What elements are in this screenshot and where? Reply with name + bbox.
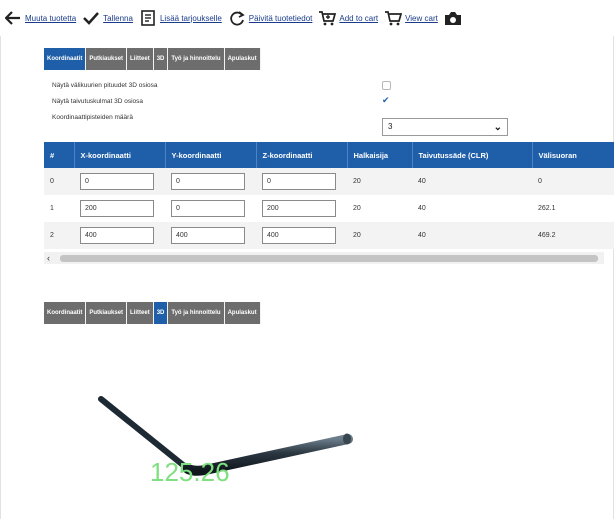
- z-input[interactable]: 400: [262, 227, 336, 244]
- point-count-select[interactable]: 3 ⌄: [382, 118, 508, 136]
- bend-radius-value: 40: [412, 195, 532, 222]
- show-bend-angles-checkbox[interactable]: ✔: [382, 96, 390, 105]
- x-input[interactable]: 400: [80, 227, 154, 244]
- row-index: 2: [44, 222, 74, 249]
- bend-radius-value: 40: [412, 222, 532, 249]
- add-to-cart-label: Add to cart: [339, 13, 379, 23]
- col-header-index: #: [44, 142, 75, 168]
- show-curve-lengths-label: Näytä välikuurien pituudet 3D osiosa: [52, 82, 158, 89]
- tab-work-and-pricing[interactable]: Työ ja hinnoittelu: [168, 48, 225, 70]
- diameter-value: 20: [347, 222, 412, 249]
- 3d-viewer-canvas[interactable]: 125.26: [0, 294, 612, 487]
- x-input[interactable]: 0: [80, 173, 154, 190]
- view-cart-button[interactable]: View cart: [384, 9, 438, 27]
- add-to-cart-button[interactable]: Add to cart: [318, 9, 378, 27]
- chevron-down-icon: ⌄: [493, 122, 502, 133]
- straight-value: 469.2: [532, 222, 614, 249]
- coordinates-table: # X-koordinaatti Y-koordinaatti Z-koordi…: [44, 142, 614, 249]
- save-button[interactable]: Tallenna: [82, 9, 133, 27]
- table-row: 1 200 0 200 20 40 262.1: [44, 195, 614, 222]
- pipe-end-cap: [343, 433, 351, 445]
- top-tab-bar: Koordinaatit Putkiaukset Liitteet 3D Työ…: [44, 48, 261, 70]
- add-to-cart-icon: [318, 9, 337, 27]
- change-product-label: Muuta tuotetta: [25, 13, 77, 23]
- add-to-quote-label: Lisää tarjoukselle: [159, 13, 222, 23]
- col-header-y: Y-koordinaatti: [165, 142, 257, 168]
- y-input[interactable]: 0: [171, 173, 245, 190]
- table-horizontal-scrollbar[interactable]: ‹: [44, 252, 604, 264]
- straight-value: 0: [532, 168, 614, 195]
- col-header-bend-radius: Taivutussäde (CLR): [412, 142, 533, 168]
- show-bend-angles-label: Näytä taivutuskulmat 3D osiosa: [52, 98, 144, 105]
- row-index: 1: [44, 195, 74, 222]
- refresh-product-label: Päivitä tuotetiedot: [248, 13, 313, 23]
- refresh-product-button[interactable]: Päivitä tuotetiedot: [228, 9, 313, 27]
- view-cart-label: View cart: [405, 13, 438, 23]
- point-count-label: Koordinaattipisteiden määrä: [52, 114, 133, 121]
- screenshot-button[interactable]: [444, 9, 465, 27]
- 3d-viewer[interactable]: 125.26: [0, 294, 612, 487]
- add-to-quote-button[interactable]: Lisää tarjoukselle: [139, 9, 222, 27]
- col-header-straight: Välisuoran: [532, 142, 614, 168]
- show-curve-lengths-checkbox[interactable]: [382, 81, 391, 90]
- tab-pipe-openings[interactable]: Putkiaukset: [86, 48, 128, 70]
- document-icon: [139, 9, 157, 27]
- camera-icon: [444, 9, 462, 27]
- point-count-value: 3: [388, 122, 393, 131]
- z-input[interactable]: 200: [262, 200, 336, 217]
- scroll-left-arrow-icon[interactable]: ‹: [47, 252, 50, 264]
- y-input[interactable]: 0: [171, 200, 245, 217]
- cart-icon: [384, 9, 403, 27]
- tab-attachments[interactable]: Liitteet: [127, 48, 154, 70]
- bend-radius-value: 40: [412, 168, 532, 195]
- back-arrow-icon: [4, 9, 22, 27]
- x-input[interactable]: 200: [80, 200, 154, 217]
- scrollbar-thumb[interactable]: [60, 255, 598, 262]
- table-row: 2 400 400 400 20 40 469.2: [44, 222, 614, 249]
- toolbar: Muuta tuotetta Tallenna Lisää tarjouksel…: [0, 0, 614, 36]
- bend-angle-label: 125.26: [150, 457, 230, 483]
- diameter-value: 20: [347, 195, 412, 222]
- col-header-x: X-koordinaatti: [74, 142, 166, 168]
- tab-3d[interactable]: 3D: [153, 48, 169, 70]
- diameter-value: 20: [347, 168, 412, 195]
- straight-value: 262.1: [532, 195, 614, 222]
- col-header-z: Z-koordinaatti: [256, 142, 348, 168]
- z-input[interactable]: 0: [262, 173, 336, 190]
- refresh-icon: [228, 9, 246, 27]
- checkmark-icon: [82, 9, 100, 27]
- row-index: 0: [44, 168, 74, 195]
- save-label: Tallenna: [103, 13, 133, 23]
- y-input[interactable]: 400: [171, 227, 245, 244]
- change-product-button[interactable]: Muuta tuotetta: [4, 9, 76, 27]
- col-header-diameter: Halkaisija: [347, 142, 413, 168]
- tab-helper-calculations[interactable]: Apulaskut: [224, 48, 261, 70]
- tab-coordinates[interactable]: Koordinaatit: [44, 48, 87, 70]
- table-row: 0 0 0 0 20 40 0: [44, 168, 614, 195]
- table-header-row: # X-koordinaatti Y-koordinaatti Z-koordi…: [44, 142, 614, 168]
